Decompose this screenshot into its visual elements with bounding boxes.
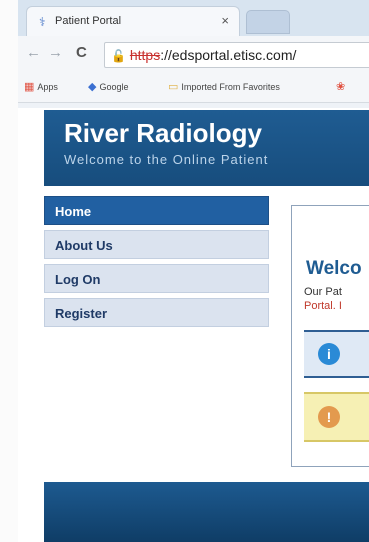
new-tab-button[interactable] [246,10,290,34]
broken-lock-icon: 🔓 [111,49,126,63]
browser-tab[interactable]: ⚕ Patient Portal × [26,6,240,36]
close-icon[interactable]: × [221,13,229,28]
bookmark-imported[interactable]: ▭ Imported From Favorites [168,80,280,93]
site-title: River Radiology [64,118,262,148]
page-margin [0,0,18,542]
bookmark-more[interactable]: ❀ [336,80,348,93]
folder-icon: ▭ [168,81,179,93]
address-bar[interactable]: 🔓 https://edsportal.etisc.com/ [104,42,369,68]
info-icon: i [318,343,340,365]
menu-item-home[interactable]: Home [44,196,269,225]
info-notice: i [304,330,369,378]
tab-title: Patient Portal [55,15,122,27]
bookmark-label: Apps [37,82,58,92]
favicon-icon: ⚕ [39,15,46,29]
welcome-text: Our Pat [304,286,342,298]
bookmark-label: Google [99,82,129,92]
site-subtitle: Welcome to the Online Patient [64,152,269,167]
bookmark-google[interactable]: ◆ Google [88,80,129,93]
content-panel: Welco Our Pat Portal. I i ! [291,205,369,467]
welcome-text-link: Portal. I [304,300,342,312]
url-scheme: https [129,47,161,63]
side-menu: Home About Us Log On Register [44,196,269,332]
bookmark-icon: ❀ [336,81,346,93]
menu-item-log-on[interactable]: Log On [44,264,269,293]
welcome-heading: Welco [306,258,362,279]
tab-strip: ⚕ Patient Portal × [18,0,369,36]
site-header: River Radiology Welcome to the Online Pa… [44,110,369,186]
back-icon[interactable]: ← [26,44,41,61]
bookmark-apps[interactable]: ▦ Apps [24,80,58,93]
google-icon: ◆ [88,81,97,93]
bookmarks-bar: ▦ Apps ◆ Google ▭ Imported From Favorites ❀ [18,72,369,103]
bookmark-label: Imported From Favorites [181,82,280,92]
menu-item-register[interactable]: Register [44,298,269,327]
navigation-bar: ← → C 🔓 https://edsportal.etisc.com/ [18,36,369,72]
warning-icon: ! [318,406,340,428]
forward-icon[interactable]: → [48,44,63,61]
site-footer [44,482,369,542]
menu-item-about-us[interactable]: About Us [44,230,269,259]
reload-icon[interactable]: C [76,44,87,61]
browser-window: ⚕ Patient Portal × ← → C 🔓 https://edspo… [18,0,369,108]
apps-grid-icon: ▦ [24,81,35,93]
warning-notice: ! [304,392,369,442]
url-text: ://edsportal.etisc.com/ [160,47,297,63]
